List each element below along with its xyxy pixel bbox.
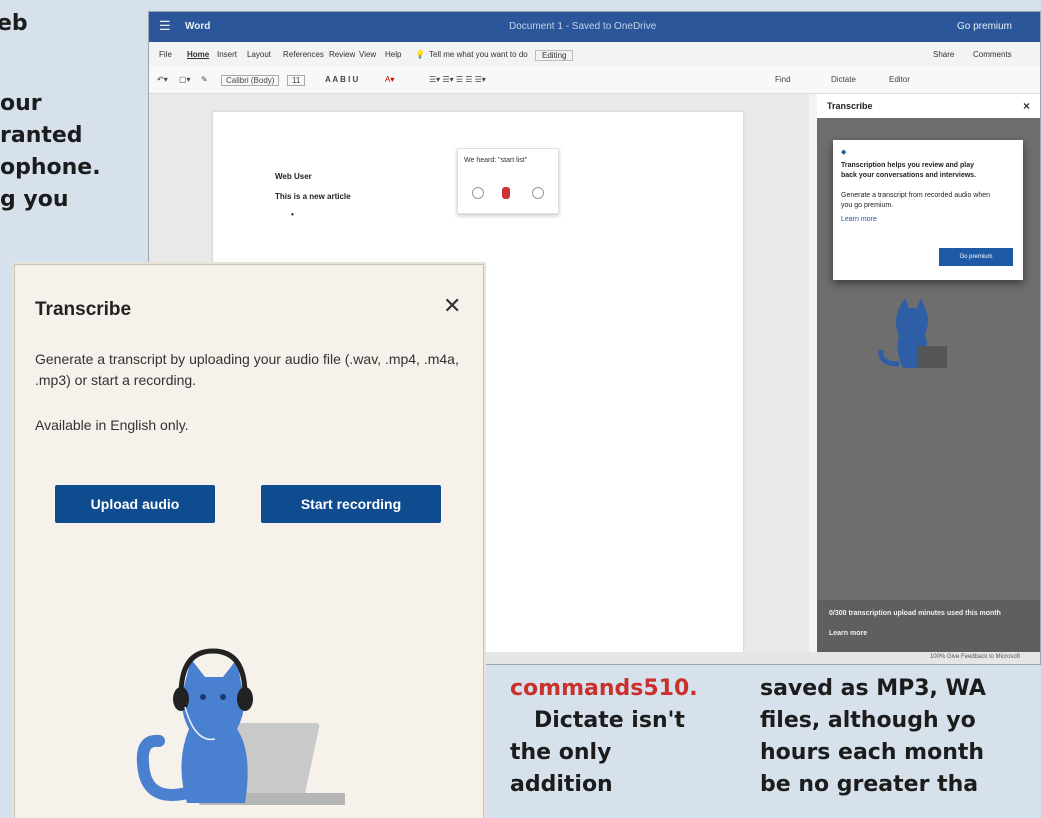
upload-audio-button[interactable]: Upload audio: [55, 485, 215, 523]
side-pane-footer: 0/300 transcription upload minutes used …: [817, 600, 1040, 654]
tip-line: Generate a transcript from recorded audi…: [841, 192, 991, 199]
ribbon-toolbar: ↶▾ ▢▾ ✎ Calibri (Body) 11 A A B I U A▾ ☰…: [149, 66, 1040, 94]
lightbulb-icon: 💡: [415, 50, 425, 59]
panel-title: Transcribe: [35, 299, 132, 320]
tab-file[interactable]: File: [159, 50, 172, 59]
font-color-icon[interactable]: A▾: [385, 75, 394, 84]
format-painter-icon[interactable]: ✎: [201, 75, 208, 84]
article-text-bottom: commands510. Dictate isn't the only addi…: [488, 665, 1041, 818]
tip-line: back your conversations and interviews.: [841, 172, 976, 179]
tab-insert[interactable]: Insert: [217, 50, 237, 59]
document-title[interactable]: Document 1 - Saved to OneDrive: [509, 21, 656, 32]
article-line: hours each month: [760, 740, 985, 765]
article-line: addition: [510, 772, 613, 797]
article-line: eb: [0, 11, 28, 36]
article-line: saved as MP3, WA: [760, 676, 986, 701]
list-icons[interactable]: ☰▾ ☰▾ ☰ ☰ ☰▾: [429, 75, 486, 84]
close-icon[interactable]: ×: [1023, 99, 1030, 113]
article-line: files, although yo: [760, 708, 976, 733]
start-recording-button[interactable]: Start recording: [261, 485, 441, 523]
tab-references[interactable]: References: [283, 50, 324, 59]
heard-label: We heard: "start list": [464, 157, 528, 164]
editor-button[interactable]: Editor: [889, 75, 910, 84]
tell-me-input[interactable]: Tell me what you want to do: [429, 50, 528, 59]
doc-line: Web User: [275, 172, 312, 181]
title-bar: ☰ Word Document 1 - Saved to OneDrive Go…: [149, 12, 1040, 42]
bold-icon[interactable]: A A B I U: [325, 75, 358, 84]
ribbon-tabs: File Home Insert Layout References Revie…: [149, 42, 1040, 66]
dictation-popup: We heard: "start list": [457, 148, 559, 214]
premium-link[interactable]: Go premium: [957, 21, 1012, 32]
article-line: our: [0, 91, 42, 116]
article-text-left: eb our ranted ophone. g you: [0, 0, 150, 270]
transcribe-side-pane: Transcribe × ◆ Transcription helps you r…: [817, 94, 1040, 654]
app-name: Word: [185, 21, 211, 32]
learn-more-link[interactable]: Learn more: [829, 630, 867, 637]
find-button[interactable]: Find: [775, 75, 791, 84]
microphone-icon[interactable]: [502, 187, 510, 199]
diamond-icon: ◆: [841, 149, 847, 156]
comments-button[interactable]: Comments: [973, 50, 1012, 59]
bullet-point: •: [291, 210, 294, 219]
article-link[interactable]: commands510.: [510, 673, 698, 705]
help-icon[interactable]: [532, 187, 544, 199]
tab-view[interactable]: View: [359, 50, 376, 59]
settings-icon[interactable]: [472, 187, 484, 199]
usage-text: 0/300 transcription upload minutes used …: [829, 610, 1001, 617]
zoom-feedback[interactable]: 100% Give Feedback to Microsoft: [930, 654, 1020, 660]
tab-help[interactable]: Help: [385, 50, 401, 59]
font-name-select[interactable]: Calibri (Body): [221, 75, 280, 86]
tip-line: you go premium.: [841, 202, 894, 209]
article-line: g you: [0, 187, 69, 212]
article-line: ophone.: [0, 155, 101, 180]
go-premium-button[interactable]: Go premium: [939, 248, 1013, 266]
cat-illustration: [878, 298, 947, 368]
panel-description: Generate a transcript by uploading your …: [35, 351, 459, 388]
tab-review[interactable]: Review: [329, 50, 355, 59]
article-line: the only: [510, 740, 612, 765]
cat-with-headphones-illustration: [136, 648, 345, 805]
availability-note: Available in English only.: [35, 417, 189, 433]
doc-line: This is a new article: [275, 192, 351, 201]
transcribe-panel: Transcribe ✕ Generate a transcript by up…: [14, 264, 484, 818]
tab-home[interactable]: Home: [187, 50, 209, 59]
dictate-button[interactable]: Dictate: [831, 75, 856, 84]
learn-more-link[interactable]: Learn more: [841, 216, 877, 223]
premium-tip: ◆ Transcription helps you review and pla…: [833, 140, 1023, 280]
article-line: ranted: [0, 123, 83, 148]
font-size-select[interactable]: 11: [287, 75, 306, 86]
close-icon[interactable]: ✕: [443, 295, 461, 317]
article-line: be no greater tha: [760, 772, 979, 797]
side-pane-header: Transcribe ×: [817, 94, 1040, 118]
tip-line: Transcription helps you review and play: [841, 162, 975, 169]
waffle-icon[interactable]: ☰: [159, 18, 171, 34]
share-button[interactable]: Share: [933, 50, 954, 59]
side-pane-title: Transcribe: [827, 101, 873, 111]
article-line: Dictate isn't: [534, 708, 685, 733]
paste-icon[interactable]: ▢▾: [179, 75, 191, 84]
tab-layout[interactable]: Layout: [247, 50, 271, 59]
undo-icon[interactable]: ↶▾: [157, 75, 168, 84]
editing-mode-button[interactable]: Editing: [535, 50, 574, 61]
